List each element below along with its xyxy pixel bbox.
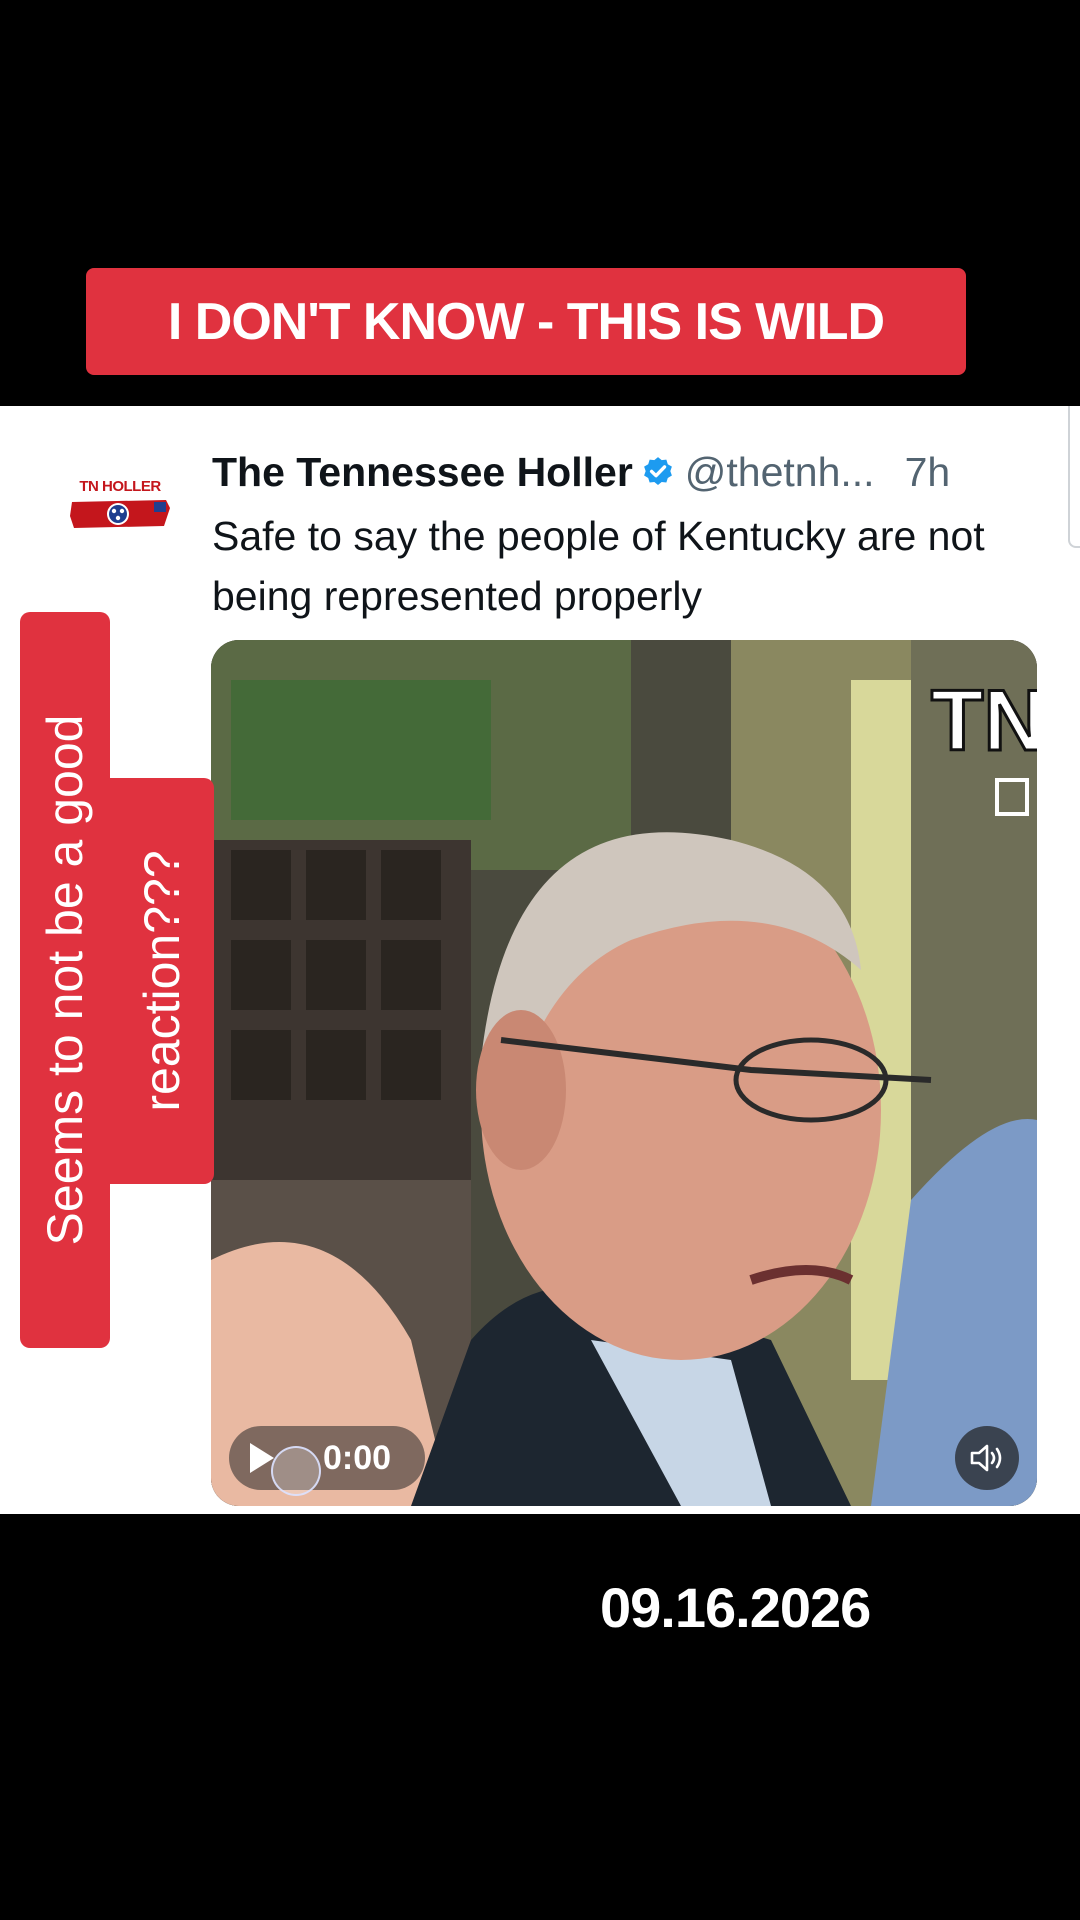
- mute-button[interactable]: [955, 1426, 1019, 1490]
- side-caption: Seems to not be a good reaction???: [20, 612, 214, 1348]
- video-scrubber-handle[interactable]: [271, 1446, 321, 1496]
- play-controls: 0:00: [229, 1426, 425, 1490]
- tweet-header: The Tennessee Holler @thetnh... 7h: [212, 442, 950, 502]
- headline-text: I DON'T KNOW - THIS IS WILD: [167, 292, 885, 351]
- speaker-icon: [970, 1444, 1002, 1472]
- tweet-time[interactable]: 7h: [905, 449, 951, 496]
- logo-text: TN HOLLER: [79, 478, 161, 495]
- author-handle[interactable]: @thetnh...: [685, 449, 875, 496]
- video-player[interactable]: TN 0:00: [211, 640, 1037, 1506]
- video-frame-image: [211, 640, 1037, 1506]
- tweet-text: Safe to say the people of Kentucky are n…: [212, 513, 985, 619]
- side-caption-line1-box: Seems to not be a good: [20, 612, 110, 1348]
- tennessee-flag-icon: [70, 500, 170, 528]
- side-caption-line2: reaction???: [134, 850, 190, 1112]
- author-avatar[interactable]: TN HOLLER: [70, 478, 170, 538]
- scroll-edge: [1068, 406, 1080, 548]
- verified-badge-icon: [643, 457, 672, 486]
- watermark-logo-icon: TN: [930, 672, 1037, 816]
- headline-banner: I DON'T KNOW - THIS IS WILD: [86, 268, 966, 375]
- author-name[interactable]: The Tennessee Holler: [212, 449, 633, 496]
- side-caption-line2-box: reaction???: [110, 778, 214, 1184]
- svg-text:TN: TN: [931, 673, 1037, 769]
- date-stamp: 09.16.2026: [600, 1576, 871, 1639]
- video-timecode: 0:00: [323, 1439, 392, 1477]
- side-caption-line1: Seems to not be a good: [37, 714, 93, 1246]
